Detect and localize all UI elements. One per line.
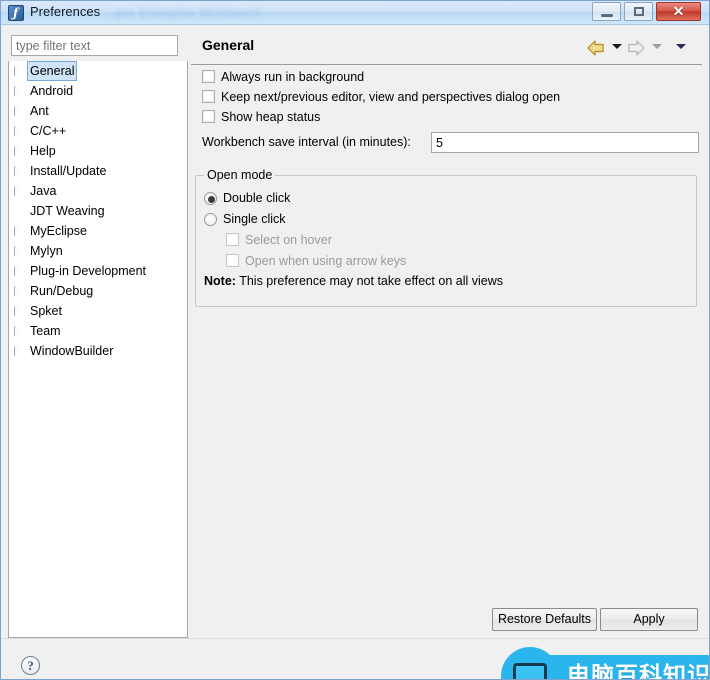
checkbox-icon: [202, 110, 215, 123]
back-dropdown-chevron-down-icon[interactable]: [612, 44, 622, 49]
close-button[interactable]: ✕: [656, 2, 701, 21]
forward-dropdown-chevron-down-icon: [652, 44, 662, 49]
page-title: General: [202, 37, 255, 53]
preferences-window: ...pse Enterprise Workbench ƒ Preference…: [0, 0, 710, 680]
sidebar-item-install-update[interactable]: Install/Update: [9, 161, 187, 181]
note-text: This preference may not take effect on a…: [235, 274, 503, 288]
checkbox-label: Open when using arrow keys: [245, 254, 407, 268]
sidebar-item-label: Run/Debug: [30, 284, 94, 298]
sidebar-item-label: Help: [30, 144, 56, 158]
save-interval-row: Workbench save interval (in minutes):: [202, 132, 702, 154]
close-icon: ✕: [672, 3, 685, 19]
window-title: Preferences: [30, 4, 101, 19]
footer-divider: [1, 638, 709, 639]
sidebar-item-label: Ant: [30, 104, 49, 118]
checkbox-label: Always run in background: [221, 70, 365, 84]
sidebar-item-ant[interactable]: Ant: [9, 101, 187, 121]
checkbox-label: Keep next/previous editor, view and pers…: [221, 90, 561, 104]
sidebar-item-general[interactable]: General: [9, 61, 187, 81]
sidebar-item-run-debug[interactable]: Run/Debug: [9, 281, 187, 301]
restore-icon: [634, 7, 644, 16]
sidebar-item-jdt-weaving[interactable]: JDT Weaving: [9, 201, 187, 221]
checkbox-label: Show heap status: [221, 110, 321, 124]
back-button[interactable]: [586, 39, 606, 57]
checkbox-icon: [226, 233, 239, 246]
radio-icon: [204, 213, 217, 226]
filter-input[interactable]: [11, 35, 178, 56]
sidebar-item-plugin-development[interactable]: Plug-in Development: [9, 261, 187, 281]
radio-double-click[interactable]: Double click: [204, 188, 696, 209]
open-mode-group: Open mode Double click Single click Sele…: [195, 168, 697, 307]
sidebar-item-label: Android: [30, 84, 74, 98]
sidebar-item-label: WindowBuilder: [30, 344, 114, 358]
sidebar-item-help[interactable]: Help: [9, 141, 187, 161]
watermark: 电脑百科知识 www.pc-daily.com: [501, 645, 710, 680]
restore-defaults-button[interactable]: Restore Defaults: [492, 608, 597, 631]
sidebar-item-label: Java: [30, 184, 57, 198]
radio-selected-icon: [204, 192, 217, 205]
forward-button: [626, 39, 646, 57]
content-pane: General Always run in background Keep ne…: [191, 25, 702, 612]
title-bar[interactable]: ...pse Enterprise Workbench ƒ Preference…: [1, 1, 709, 25]
checkbox-label: Select on hover: [245, 233, 332, 247]
apply-button[interactable]: Apply: [600, 608, 698, 631]
sidebar-item-label: Spket: [30, 304, 62, 318]
eclipse-icon: ƒ: [8, 5, 24, 21]
view-menu-chevron-down-icon[interactable]: [676, 44, 686, 49]
minimize-icon: [601, 14, 613, 17]
sidebar-item-spket[interactable]: Spket: [9, 301, 187, 321]
sidebar-item-label: Plug-in Development: [30, 264, 147, 278]
forward-arrow-icon: [628, 40, 645, 56]
preference-tree[interactable]: General Android Ant C/C++ Help Install/U…: [8, 61, 188, 638]
radio-single-click[interactable]: Single click: [204, 209, 696, 230]
checkbox-select-on-hover: Select on hover: [226, 230, 696, 251]
sidebar-item-label: Mylyn: [30, 244, 63, 258]
radio-label: Double click: [223, 191, 291, 205]
open-mode-legend: Open mode: [204, 168, 276, 182]
radio-label: Single click: [223, 212, 286, 226]
minimize-button[interactable]: [592, 2, 621, 21]
checkbox-icon: [202, 90, 215, 103]
content-header: General: [191, 35, 702, 65]
monitor-icon: [513, 663, 547, 679]
sidebar-item-label: Install/Update: [30, 164, 107, 178]
sidebar-item-label: JDT Weaving: [30, 204, 105, 218]
sidebar-item-myeclipse[interactable]: MyEclipse: [9, 221, 187, 241]
sidebar-item-team[interactable]: Team: [9, 321, 187, 341]
sidebar-item-java[interactable]: Java: [9, 181, 187, 201]
save-interval-input[interactable]: [431, 132, 699, 153]
sidebar-item-windowbuilder[interactable]: WindowBuilder: [9, 341, 187, 361]
sidebar-item-cpp[interactable]: C/C++: [9, 121, 187, 141]
maximize-button[interactable]: [624, 2, 653, 21]
question-mark-icon: ?: [27, 658, 34, 673]
help-button[interactable]: ?: [21, 656, 40, 675]
checkbox-keep-editor-dialog-open[interactable]: Keep next/previous editor, view and pers…: [202, 87, 702, 107]
dialog-body: General Android Ant C/C++ Help Install/U…: [1, 25, 709, 679]
sidebar-item-label: MyEclipse: [30, 224, 87, 238]
sidebar-item-label: C/C++: [30, 124, 67, 138]
watermark-text-cn: 电脑百科知识: [567, 663, 710, 680]
sidebar-item-mylyn[interactable]: Mylyn: [9, 241, 187, 261]
sidebar-item-label: Team: [30, 324, 61, 338]
checkbox-always-run-in-background[interactable]: Always run in background: [202, 67, 702, 87]
open-mode-note: Note: This preference may not take effec…: [204, 274, 696, 288]
save-interval-label: Workbench save interval (in minutes):: [202, 135, 411, 149]
checkbox-icon: [226, 254, 239, 267]
sidebar-item-android[interactable]: Android: [9, 81, 187, 101]
checkbox-show-heap-status[interactable]: Show heap status: [202, 107, 702, 127]
sidebar-item-label: General: [27, 61, 78, 81]
general-settings: Always run in background Keep next/previ…: [191, 67, 702, 612]
checkbox-icon: [202, 70, 215, 83]
checkbox-open-when-using-arrow-keys: Open when using arrow keys: [226, 251, 696, 272]
parent-window-ghost-title: ...pse Enterprise Workbench: [105, 6, 262, 20]
note-prefix: Note:: [204, 274, 236, 288]
back-arrow-icon: [587, 40, 604, 56]
